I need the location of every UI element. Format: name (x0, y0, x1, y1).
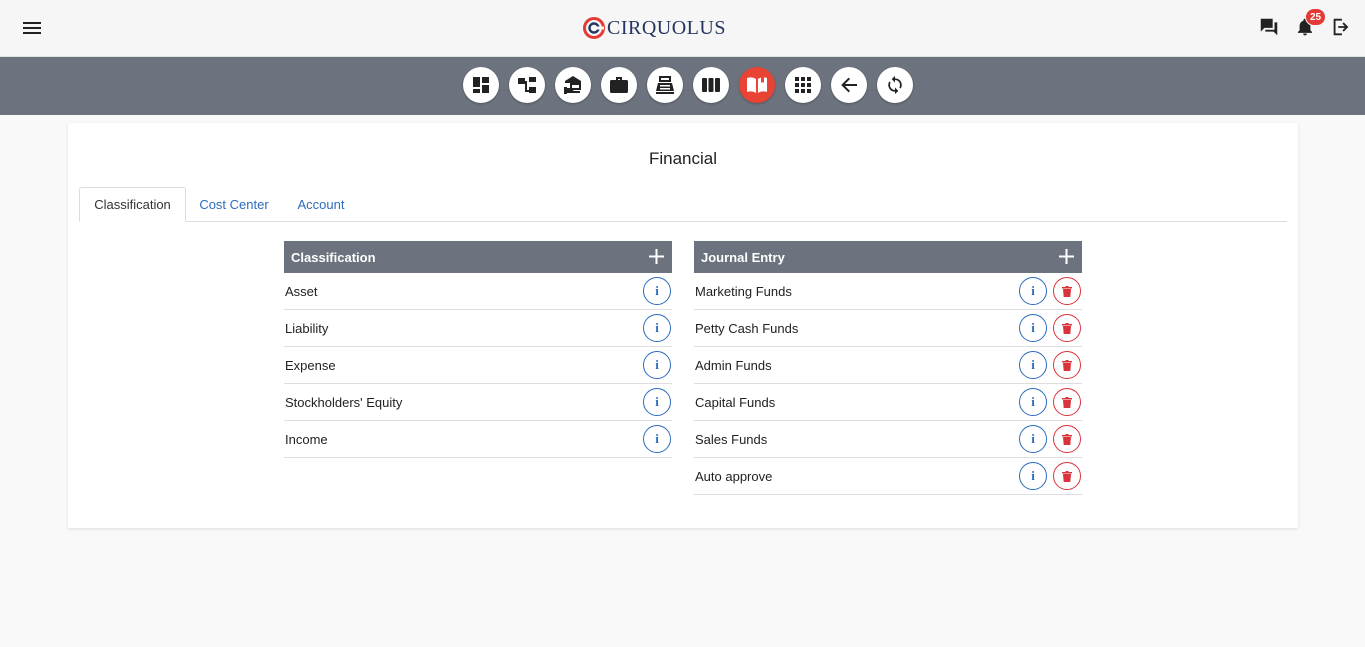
delete-icon[interactable] (1053, 462, 1081, 490)
back-button[interactable] (831, 67, 867, 103)
list-item[interactable]: Income i (284, 421, 672, 458)
journal-entry-name: Capital Funds (695, 394, 776, 410)
notification-badge: 25 (1305, 8, 1327, 26)
module-toolbar (0, 57, 1365, 115)
info-icon[interactable]: i (643, 277, 671, 305)
classification-name: Stockholders' Equity (285, 394, 403, 410)
delete-icon[interactable] (1053, 277, 1081, 305)
list-item[interactable]: Marketing Funds i (694, 273, 1082, 310)
list-item[interactable]: Sales Funds i (694, 421, 1082, 458)
journal-entry-panel: Journal Entry Marketing Funds i Petty Ca… (694, 241, 1082, 495)
classification-name: Liability (285, 320, 329, 336)
classification-name: Asset (285, 283, 318, 299)
list-item[interactable]: Capital Funds i (694, 384, 1082, 421)
tab-classification[interactable]: Classification (79, 187, 186, 222)
brand-logo[interactable]: CIRQUOLUS (583, 14, 726, 42)
journal-entry-name: Auto approve (695, 468, 773, 484)
hand-money-icon (564, 76, 581, 94)
list-item[interactable]: Petty Cash Funds i (694, 310, 1082, 347)
journal-entry-name: Sales Funds (695, 431, 768, 447)
list-item[interactable]: Liability i (284, 310, 672, 347)
info-icon[interactable]: i (643, 351, 671, 379)
cash-register-icon (656, 76, 674, 94)
hierarchy-button[interactable] (509, 67, 545, 103)
info-icon[interactable]: i (1019, 351, 1047, 379)
tab-bar: Classification Cost Center Account (79, 187, 1287, 222)
classification-panel: Classification Asset i Liability i Expen… (284, 241, 672, 458)
list-item[interactable]: Admin Funds i (694, 347, 1082, 384)
columns-button[interactable] (693, 67, 729, 103)
journal-entry-panel-title: Journal Entry (701, 249, 785, 265)
hierarchy-icon (518, 77, 536, 93)
list-item[interactable]: Stockholders' Equity i (284, 384, 672, 421)
delete-icon[interactable] (1053, 388, 1081, 416)
dashboard-icon (473, 77, 489, 93)
info-icon[interactable]: i (1019, 388, 1047, 416)
cash-register-button[interactable] (647, 67, 683, 103)
apps-grid-icon (795, 77, 811, 93)
journal-entry-panel-header: Journal Entry (694, 241, 1082, 273)
info-icon[interactable]: i (1019, 277, 1047, 305)
info-icon[interactable]: i (643, 314, 671, 342)
briefcase-button[interactable] (601, 67, 637, 103)
add-journal-entry-icon[interactable] (1059, 249, 1074, 264)
info-icon[interactable]: i (1019, 462, 1047, 490)
delete-icon[interactable] (1053, 314, 1081, 342)
delete-icon[interactable] (1053, 351, 1081, 379)
top-bar: CIRQUOLUS 25 (0, 0, 1365, 57)
list-item[interactable]: Asset i (284, 273, 672, 310)
add-classification-icon[interactable] (649, 249, 664, 264)
briefcase-icon (610, 77, 628, 93)
info-icon[interactable]: i (643, 425, 671, 453)
financial-book-button[interactable] (739, 67, 775, 103)
hand-money-button[interactable] (555, 67, 591, 103)
journal-entry-name: Marketing Funds (695, 283, 792, 299)
columns-icon (702, 78, 720, 92)
classification-panel-header: Classification (284, 241, 672, 273)
refresh-icon (888, 75, 902, 95)
apps-grid-button[interactable] (785, 67, 821, 103)
classification-panel-title: Classification (291, 249, 376, 265)
page-title: Financial (648, 149, 718, 168)
brand-name: CIRQUOLUS (607, 16, 726, 39)
delete-icon[interactable] (1053, 425, 1081, 453)
dashboard-button[interactable] (463, 67, 499, 103)
journal-entry-name: Admin Funds (695, 357, 772, 373)
list-item[interactable]: Expense i (284, 347, 672, 384)
info-icon[interactable]: i (643, 388, 671, 416)
logout-icon[interactable] (1330, 16, 1352, 40)
refresh-button[interactable] (877, 67, 913, 103)
list-item[interactable]: Auto approve i (694, 458, 1082, 495)
info-icon[interactable]: i (1019, 314, 1047, 342)
menu-icon[interactable] (22, 18, 42, 38)
info-icon[interactable]: i (1019, 425, 1047, 453)
financial-card: Financial Classification Cost Center Acc… (68, 123, 1298, 528)
tab-cost-center[interactable]: Cost Center (191, 187, 277, 222)
journal-entry-name: Petty Cash Funds (695, 320, 799, 336)
open-book-icon (747, 77, 767, 93)
classification-name: Income (285, 431, 328, 447)
chat-icon[interactable] (1258, 16, 1280, 40)
logo-mark-icon (583, 17, 605, 39)
classification-name: Expense (285, 357, 336, 373)
tab-account[interactable]: Account (289, 187, 353, 222)
arrow-back-icon (841, 77, 857, 93)
